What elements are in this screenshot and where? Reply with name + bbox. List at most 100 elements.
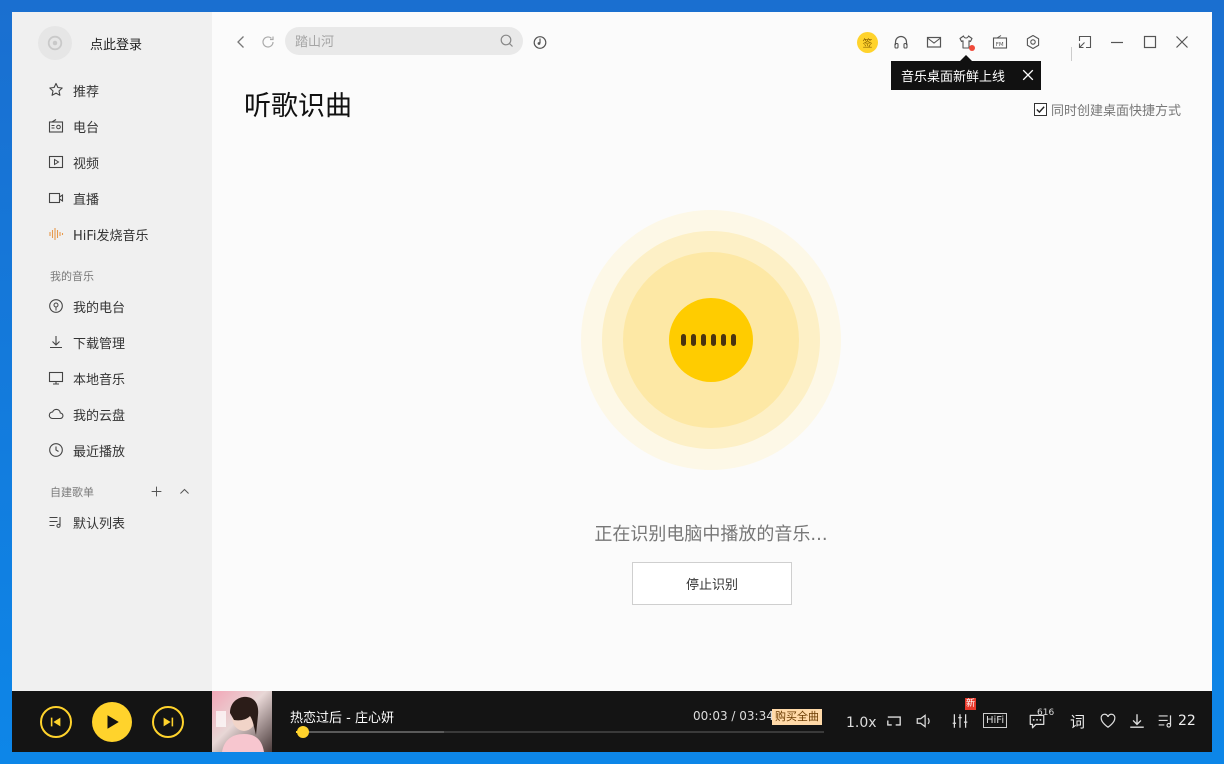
download-icon xyxy=(48,334,64,350)
next-button[interactable] xyxy=(152,706,184,738)
download-button[interactable] xyxy=(1128,711,1146,731)
search-icon[interactable] xyxy=(499,33,515,49)
app-window: 点此登录 推荐 电台 视频 直播 HiFi发烧音乐 我的音乐 我的电台 下载管理… xyxy=(12,12,1212,752)
previous-button[interactable] xyxy=(40,706,72,738)
loop-mode-button[interactable] xyxy=(885,711,903,731)
sidebar: 点此登录 推荐 电台 视频 直播 HiFi发烧音乐 我的音乐 我的电台 下载管理… xyxy=(12,12,212,691)
sidebar-item-live[interactable]: 直播 xyxy=(48,188,99,208)
close-icon[interactable] xyxy=(1021,68,1035,82)
volume-button[interactable] xyxy=(915,711,933,731)
add-playlist-button[interactable] xyxy=(148,483,164,499)
login-area[interactable]: 点此登录 xyxy=(38,26,142,60)
music-recognize-icon xyxy=(533,36,547,49)
video-icon xyxy=(48,154,64,170)
equalizer-button[interactable] xyxy=(951,711,969,731)
collapse-playlists-button[interactable] xyxy=(176,483,192,499)
progress-handle[interactable] xyxy=(297,726,310,738)
play-button[interactable] xyxy=(92,702,132,742)
playlists-heading: 自建歌单 xyxy=(50,486,94,499)
gear-icon xyxy=(1026,34,1040,50)
close-button[interactable] xyxy=(1172,32,1192,52)
stop-recognition-button[interactable]: 停止识别 xyxy=(632,562,792,605)
comment-count: 616 xyxy=(1037,708,1055,718)
fm-radio-icon: FM xyxy=(992,35,1008,49)
maximize-icon xyxy=(1143,35,1157,49)
volume-icon xyxy=(916,714,930,728)
buffer-fill xyxy=(296,731,444,733)
settings-button[interactable] xyxy=(1023,32,1043,52)
maximize-button[interactable] xyxy=(1140,32,1160,52)
sidebar-item-recent[interactable]: 最近播放 xyxy=(48,440,125,460)
current-time: 00:03 xyxy=(693,709,728,723)
sidebar-item-radio[interactable]: 电台 xyxy=(48,116,99,136)
playback-speed-button[interactable]: 1.0x xyxy=(846,713,877,733)
sidebar-item-label: 下载管理 xyxy=(73,336,126,352)
toolbar-divider xyxy=(1071,47,1072,61)
recognize-mic-button[interactable] xyxy=(669,298,753,382)
playlist-queue-button[interactable]: 22 xyxy=(1157,711,1196,731)
my-music-heading: 我的音乐 xyxy=(50,270,94,283)
search-input[interactable] xyxy=(285,27,523,55)
buy-song-button[interactable]: 购买全曲 xyxy=(772,709,822,725)
avatar[interactable] xyxy=(38,26,72,60)
lyrics-button[interactable]: 词 xyxy=(1070,711,1085,731)
sidebar-item-local-music[interactable]: 本地音乐 xyxy=(48,368,125,388)
messages-button[interactable] xyxy=(924,32,944,52)
fm-button[interactable]: FM xyxy=(990,32,1010,52)
sign-in-badge[interactable]: 签 xyxy=(857,32,878,53)
equalizer-icon xyxy=(952,714,968,728)
playback-time: 00:03 / 03:34 xyxy=(693,709,774,723)
svg-text:FM: FM xyxy=(996,42,1004,48)
queue-icon xyxy=(1158,715,1172,728)
sidebar-item-default-list[interactable]: 默认列表 xyxy=(48,512,125,532)
sidebar-item-video[interactable]: 视频 xyxy=(48,152,99,172)
plus-icon xyxy=(151,486,161,496)
play-icon xyxy=(107,715,119,729)
queue-count: 22 xyxy=(1178,713,1196,729)
song-title[interactable]: 热恋过后 - 庄心妍 xyxy=(290,707,394,726)
page-title: 听歌识曲 xyxy=(244,91,352,122)
mini-mode-button[interactable] xyxy=(1075,32,1095,52)
sound-wave-icon xyxy=(48,226,64,242)
sidebar-item-label: 推荐 xyxy=(73,84,100,100)
total-time: / 03:34 xyxy=(731,709,774,723)
sidebar-item-hifi[interactable]: HiFi发烧音乐 xyxy=(48,224,149,244)
close-icon xyxy=(1176,36,1188,48)
favorite-button[interactable] xyxy=(1099,711,1117,731)
chevron-left-icon xyxy=(237,36,244,48)
skip-previous-icon xyxy=(50,717,61,727)
sidebar-item-label: 最近播放 xyxy=(73,444,126,460)
audio-bars-icon xyxy=(681,334,736,346)
shortcut-checkbox[interactable] xyxy=(1034,103,1047,116)
refresh-icon xyxy=(262,36,274,48)
mini-mode-icon xyxy=(1078,35,1092,49)
my-radio-icon xyxy=(48,298,64,314)
player-bar: 热恋过后 - 庄心妍 00:03 / 03:34 购买全曲 1.0x 新 HiF… xyxy=(12,691,1212,752)
sidebar-item-my-radio[interactable]: 我的电台 xyxy=(48,296,125,316)
sidebar-item-downloads[interactable]: 下载管理 xyxy=(48,332,125,352)
minimize-button[interactable] xyxy=(1107,32,1127,52)
repeat-icon xyxy=(887,716,901,726)
listen-identify-button[interactable] xyxy=(530,32,550,52)
new-feature-tooltip: 音乐桌面新鲜上线 xyxy=(891,55,1041,90)
live-camera-icon xyxy=(48,190,64,206)
new-badge: 新 xyxy=(965,698,977,710)
recognition-status: 正在识别电脑中播放的音乐... xyxy=(594,524,828,545)
sidebar-item-label: 本地音乐 xyxy=(73,372,126,388)
sidebar-item-recommend[interactable]: 推荐 xyxy=(48,80,99,100)
sidebar-item-label: 视频 xyxy=(73,156,100,172)
album-art-image xyxy=(216,696,264,752)
shortcut-option[interactable]: 同时创建桌面快捷方式 xyxy=(1034,100,1181,119)
star-icon xyxy=(48,82,64,98)
sidebar-item-label: 我的电台 xyxy=(73,300,126,316)
back-button[interactable] xyxy=(231,32,251,52)
album-cover[interactable] xyxy=(212,691,272,752)
kuwo-logo-icon xyxy=(47,35,63,51)
sidebar-item-cloud[interactable]: 我的云盘 xyxy=(48,404,125,424)
refresh-button[interactable] xyxy=(258,32,278,52)
clock-icon xyxy=(48,442,64,458)
login-label[interactable]: 点此登录 xyxy=(90,34,142,53)
progress-bar[interactable] xyxy=(296,726,824,738)
hifi-button[interactable]: HiFi xyxy=(983,713,1008,728)
headphones-button[interactable] xyxy=(891,32,911,52)
